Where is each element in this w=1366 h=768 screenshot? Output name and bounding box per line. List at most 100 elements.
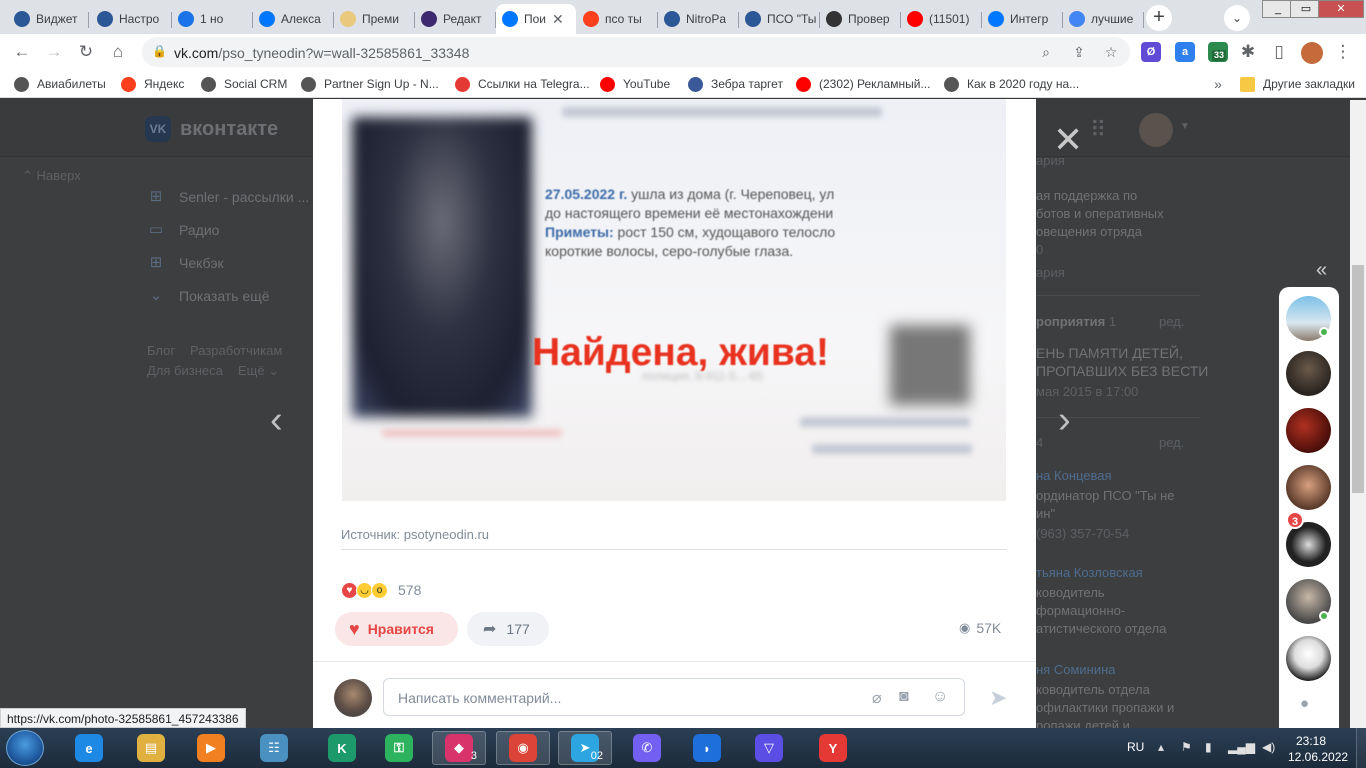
vk-brand[interactable]: вконтакте xyxy=(180,118,278,141)
tab-9[interactable]: NitroPa xyxy=(658,4,739,34)
chat-avatar[interactable] xyxy=(1286,636,1331,681)
yandex-browser-taskbar-button[interactable]: Y xyxy=(806,731,860,765)
bookmark-item[interactable]: Social CRM xyxy=(201,76,287,92)
media-taskbar-button[interactable]: ▶ xyxy=(184,731,238,765)
chat-avatar[interactable] xyxy=(1286,465,1331,510)
tab-5[interactable]: Преми xyxy=(334,4,415,34)
profile-avatar[interactable] xyxy=(1301,42,1323,64)
scrollbar-thumb[interactable] xyxy=(1352,265,1364,493)
tab-2[interactable]: Настро xyxy=(91,4,172,34)
tab-6[interactable]: Редакт xyxy=(415,4,496,34)
app-3-taskbar-button[interactable]: ◆ 3 xyxy=(432,731,486,765)
apps-grid-icon[interactable]: ⠿ xyxy=(1090,117,1106,143)
footer-blog[interactable]: Блог xyxy=(147,343,175,358)
close-tab-icon[interactable]: ✕ xyxy=(552,11,564,28)
reactions-summary[interactable]: ♥ ◡ o 578 xyxy=(341,579,421,601)
event-name[interactable]: ЕНЬ ПАМЯТИ ДЕТЕЙ, xyxy=(1036,345,1183,361)
menu-kebab-icon[interactable]: ⋮ xyxy=(1331,40,1355,64)
tab-12[interactable]: (11501) xyxy=(901,4,982,34)
contact-name[interactable]: на Концевая xyxy=(1036,468,1112,483)
vpn-taskbar-button[interactable]: ▽ xyxy=(742,731,796,765)
chat-avatar[interactable] xyxy=(1286,408,1331,453)
start-button[interactable] xyxy=(6,730,44,766)
event-name[interactable]: ПРОПАВШИХ БЕЗ ВЕСТИ xyxy=(1036,363,1208,379)
left-menu-show-more[interactable]: Показать ещё xyxy=(179,288,270,304)
address-bar[interactable]: 🔒 vk.com/pso_tyneodin?w=wall-32585861_33… xyxy=(142,37,1130,67)
tab-10[interactable]: ПСО "Ты xyxy=(739,4,820,34)
bookmark-item[interactable]: YouTube xyxy=(600,76,670,92)
clock-date[interactable]: 12.06.2022 xyxy=(1288,750,1348,764)
left-menu-item-radio[interactable]: Радио xyxy=(179,222,219,238)
camera-icon[interactable]: ◙ xyxy=(899,688,909,706)
extension-green-icon[interactable]: 33 xyxy=(1208,42,1228,62)
chat-bubble-icon[interactable]: ● xyxy=(1300,695,1309,712)
battery-icon[interactable]: ▮ xyxy=(1205,740,1212,754)
tab-3[interactable]: 1 но xyxy=(172,4,253,34)
telegram-taskbar-button[interactable]: ➤ 02 xyxy=(558,731,612,765)
chat-avatar[interactable] xyxy=(1286,351,1331,396)
explorer-taskbar-button[interactable]: ▤ xyxy=(124,731,178,765)
viber-taskbar-button[interactable]: ✆ xyxy=(620,731,674,765)
zoom-icon[interactable]: ⌕ xyxy=(1036,42,1056,62)
bookmark-item[interactable]: Как в 2020 году на... xyxy=(944,76,1079,92)
keepass-taskbar-button[interactable]: ⚿ xyxy=(372,731,426,765)
attach-icon[interactable]: ⌀ xyxy=(872,688,882,708)
keyboard-language[interactable]: RU xyxy=(1127,740,1144,754)
chevron-down-icon[interactable]: ▼ xyxy=(1180,121,1190,132)
tab-13[interactable]: Интегр xyxy=(982,4,1063,34)
bookmark-item[interactable]: Авиабилеты xyxy=(14,76,106,92)
vk-logo-icon[interactable]: VK xyxy=(145,116,171,142)
share-button[interactable]: ➦ 177 xyxy=(467,612,549,646)
collapse-chats-icon[interactable]: « xyxy=(1316,259,1327,282)
close-window-button[interactable]: ✕ xyxy=(1318,0,1364,18)
tab-8[interactable]: псо ты xyxy=(577,4,658,34)
left-menu-item-checkback[interactable]: Чекбэк xyxy=(179,255,224,271)
footer-developers[interactable]: Разработчикам xyxy=(190,343,282,358)
back-icon[interactable]: ← xyxy=(10,40,34,64)
commenter-avatar[interactable] xyxy=(334,679,372,717)
extension-a-icon[interactable]: a xyxy=(1175,42,1195,62)
forward-icon[interactable]: → xyxy=(42,40,66,64)
tab-1[interactable]: Виджет xyxy=(8,4,89,34)
bookmark-item[interactable]: Яндекс xyxy=(121,76,184,92)
tab-7[interactable]: Пои ✕ xyxy=(496,4,576,34)
tab-search-button[interactable]: ⌄ xyxy=(1224,5,1250,31)
bookmark-item[interactable]: (2302) Рекламный... xyxy=(796,76,930,92)
scroll-up-link[interactable]: ⌃ Наверх xyxy=(22,168,81,184)
app-blue-taskbar-button[interactable]: ◗ xyxy=(680,731,734,765)
ie-taskbar-button[interactable]: e xyxy=(62,731,116,765)
signal-icon[interactable]: ▂▄▆ xyxy=(1228,740,1255,754)
tab-4[interactable]: Алекса xyxy=(253,4,334,34)
post-photo[interactable]: 27.05.2022 г. ушла из дома (г. Череповец… xyxy=(342,99,1006,501)
home-icon[interactable]: ⌂ xyxy=(106,40,130,64)
bookmark-item[interactable]: Зебра таргет xyxy=(688,76,783,92)
extensions-puzzle-icon[interactable]: ✱ xyxy=(1236,40,1260,64)
bookmark-item[interactable]: Partner Sign Up - N... xyxy=(301,76,439,92)
contact-name[interactable]: ня Соминина xyxy=(1036,662,1116,677)
emoji-icon[interactable]: ☺ xyxy=(932,688,948,706)
reload-icon[interactable]: ↻ xyxy=(74,40,98,64)
chrome-taskbar-button[interactable]: ◉ xyxy=(496,731,550,765)
tray-arrow-icon[interactable]: ▴ xyxy=(1158,740,1164,754)
edit-link[interactable]: ред. xyxy=(1159,314,1184,329)
volume-icon[interactable]: ◀) xyxy=(1262,740,1275,754)
side-panel-icon[interactable]: ▯ xyxy=(1267,40,1291,64)
control-panel-taskbar-button[interactable]: ☷ xyxy=(247,731,301,765)
lock-icon[interactable]: 🔒 xyxy=(152,44,167,58)
post-source[interactable]: Источник: psotyneodin.ru xyxy=(341,527,489,542)
tab-11[interactable]: Провер xyxy=(820,4,901,34)
share-page-icon[interactable]: ⇪ xyxy=(1069,42,1089,62)
bookmarks-overflow-icon[interactable]: » xyxy=(1206,72,1230,96)
events-title[interactable]: роприятия 1 xyxy=(1036,314,1116,329)
left-menu-item-senler[interactable]: Senler - рассылки ... xyxy=(179,189,309,205)
extension-ext-icon[interactable]: Ø xyxy=(1141,42,1161,62)
tab-14[interactable]: лучшие xyxy=(1063,4,1144,34)
kaspersky-taskbar-button[interactable]: K xyxy=(315,731,369,765)
flag-icon[interactable]: ⚑ xyxy=(1181,740,1192,754)
close-viewer-icon[interactable]: ✕ xyxy=(1053,119,1083,161)
other-bookmarks[interactable]: Другие закладки xyxy=(1240,76,1355,92)
footer-more[interactable]: Ещё ⌄ xyxy=(238,363,279,379)
show-desktop-button[interactable] xyxy=(1356,728,1366,768)
clock-time[interactable]: 23:18 xyxy=(1296,734,1326,748)
send-icon[interactable]: ➤ xyxy=(989,685,1007,711)
